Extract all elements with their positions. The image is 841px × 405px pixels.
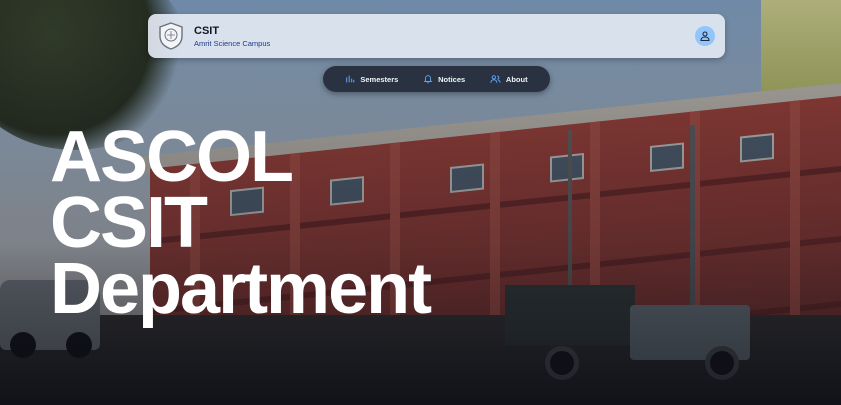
users-icon	[490, 75, 501, 83]
user-icon	[700, 31, 710, 42]
nav-item-semesters[interactable]: Semesters	[345, 74, 398, 84]
hero-title: ASCOL CSIT Department	[50, 117, 432, 329]
nav-item-label: Semesters	[360, 74, 399, 84]
main-nav: Semesters Notices About	[323, 66, 550, 92]
nav-item-label: Notices	[438, 74, 466, 84]
hero-line: Department	[50, 249, 432, 329]
top-header-bar: CSIT Amrit Science Campus	[148, 14, 725, 58]
hero-line: ASCOL	[50, 117, 294, 197]
nav-item-label: About	[505, 74, 528, 84]
brand-subtitle: Amrit Science Campus	[194, 38, 271, 48]
college-seal-icon[interactable]	[158, 22, 184, 50]
profile-button[interactable]	[695, 26, 715, 46]
brand[interactable]: CSIT Amrit Science Campus	[194, 25, 270, 48]
nav-item-notices[interactable]: Notices	[423, 74, 465, 84]
nav-item-about[interactable]: About	[490, 74, 528, 84]
brand-title: CSIT	[194, 24, 220, 37]
bar-chart-icon	[346, 75, 355, 83]
bell-icon	[423, 75, 433, 84]
hero-line: CSIT	[50, 183, 208, 263]
